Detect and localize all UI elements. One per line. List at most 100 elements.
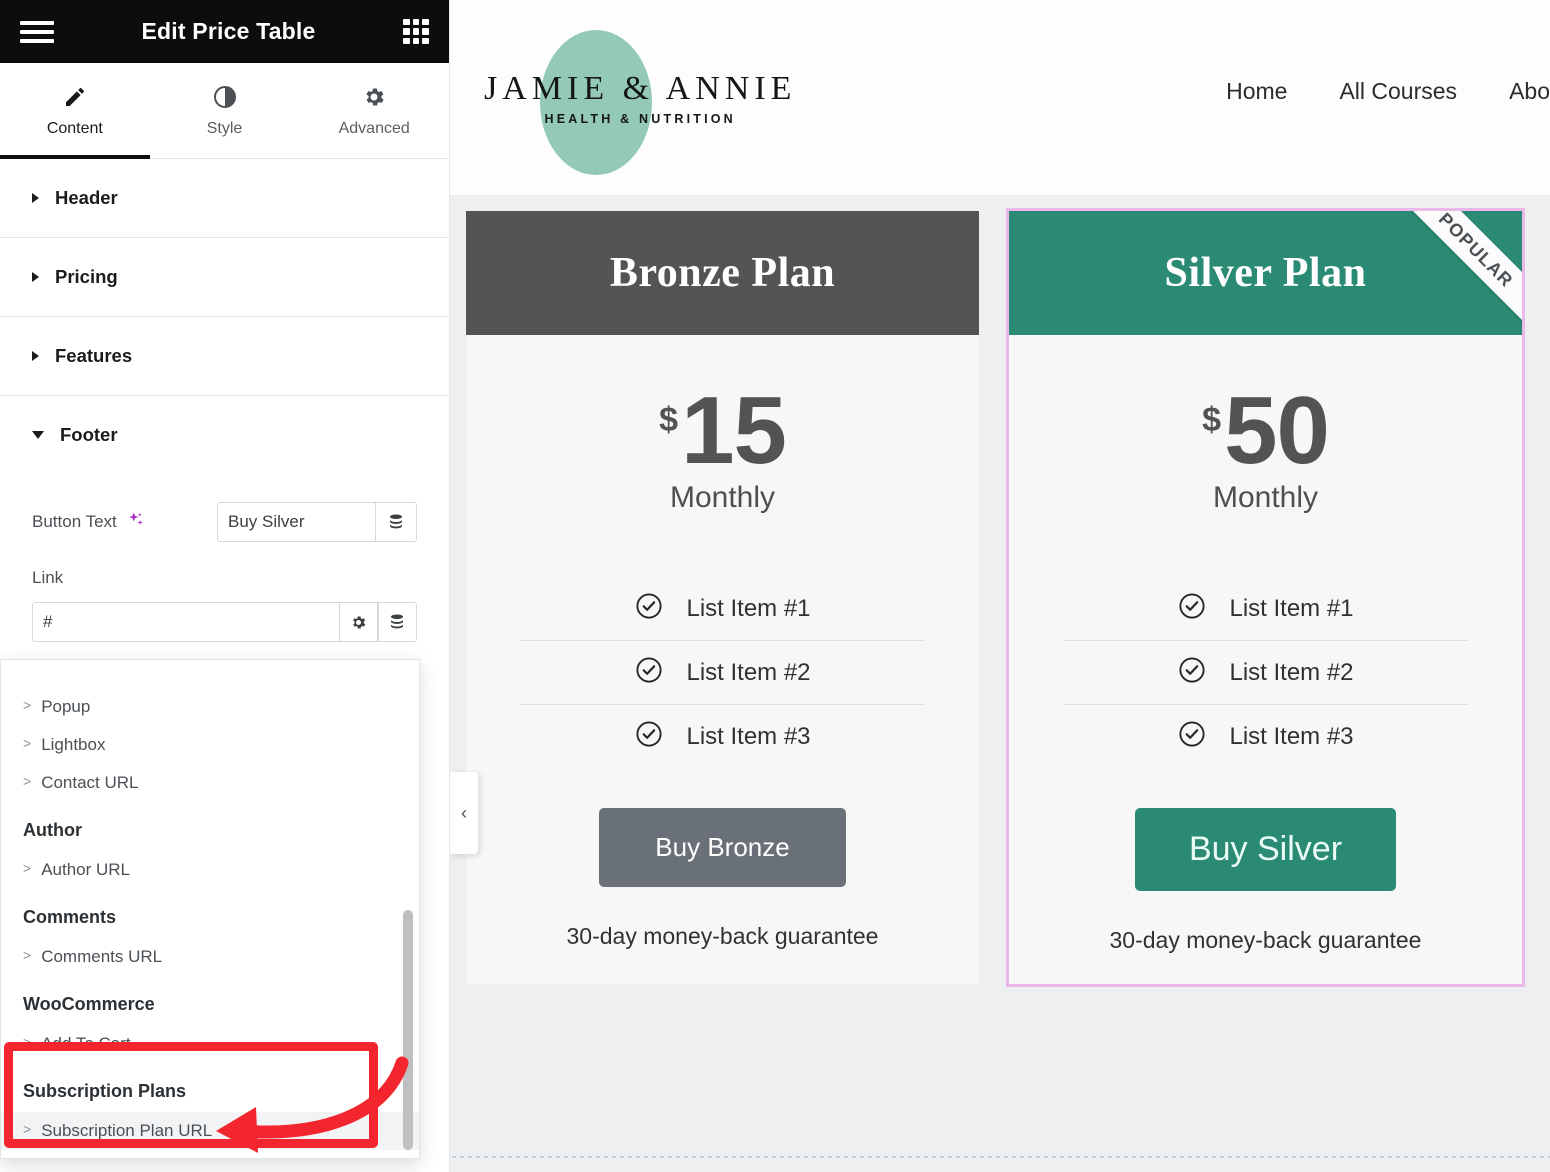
chevron-right-icon: > — [23, 697, 32, 713]
dropdown-item-label: Contact URL — [41, 773, 139, 792]
section-pricing[interactable]: Pricing — [0, 238, 449, 317]
contrast-half-circle-icon — [213, 84, 237, 110]
link-input[interactable] — [32, 602, 339, 642]
section-header-label: Header — [55, 187, 118, 208]
price-card-bronze-price: $ 15 Monthly — [466, 335, 979, 515]
pencil-icon — [63, 84, 87, 110]
tab-advanced[interactable]: Advanced — [299, 63, 449, 158]
price-card-silver-title: Silver Plan — [1164, 250, 1367, 296]
popular-ribbon: POPULAR — [1393, 211, 1522, 333]
dropdown-item-label: Popup — [41, 697, 91, 716]
check-circle-icon — [634, 655, 664, 690]
price-card-silver-features: List Item #1 List Item #2 List Item #3 — [1009, 577, 1522, 768]
panel-collapse-handle[interactable]: ‹ — [450, 772, 478, 854]
price-card-bronze-title: Bronze Plan — [609, 250, 836, 296]
nav-link-all-courses[interactable]: All Courses — [1339, 78, 1457, 105]
hamburger-icon[interactable] — [20, 19, 54, 45]
nav-link-home[interactable]: Home — [1226, 78, 1287, 105]
dropdown-item[interactable]: > Popup — [1, 688, 419, 726]
dropdown-scrollbar[interactable] — [403, 662, 413, 1158]
dropdown-scrollbar-thumb[interactable] — [403, 910, 413, 1150]
feature-item: List Item #2 — [520, 641, 925, 704]
section-header[interactable]: Header — [0, 159, 449, 238]
chevron-right-icon — [32, 351, 39, 361]
check-circle-icon — [1177, 655, 1207, 690]
chevron-right-icon — [32, 193, 39, 203]
price-card-bronze-header: Bronze Plan — [466, 211, 979, 335]
price-card-silver-header: Silver Plan POPULAR — [1009, 211, 1522, 335]
currency-symbol: $ — [1202, 401, 1222, 439]
dropdown-item-label: Author URL — [41, 860, 131, 879]
dropdown-item[interactable]: > Contact URL — [1, 764, 419, 802]
chevron-left-icon: ‹ — [461, 803, 467, 823]
tab-content[interactable]: Content — [0, 63, 150, 159]
dropdown-item[interactable]: > Lightbox — [1, 726, 419, 764]
link-input-group — [32, 602, 417, 642]
button-text-label-wrap: Button Text — [32, 511, 145, 533]
feature-item: List Item #3 — [1063, 705, 1468, 768]
ai-sparkle-icon[interactable] — [127, 511, 145, 533]
check-circle-icon — [1177, 591, 1207, 626]
button-text-control: Button Text — [32, 502, 417, 542]
site-logo[interactable]: JAMIE & ANNIE HEALTH & NUTRITION — [474, 18, 794, 178]
check-circle-icon — [1177, 719, 1207, 754]
chevron-right-icon: > — [23, 947, 32, 963]
logo-sub-text: HEALTH & NUTRITION — [544, 111, 736, 126]
link-control: Link — [32, 568, 417, 642]
dropdown-item[interactable]: > Author URL — [1, 851, 419, 889]
dropdown-item-label: Lightbox — [41, 735, 106, 754]
button-text-input-group — [217, 502, 417, 542]
dropdown-group-header: Author — [23, 820, 82, 840]
feature-item: List Item #1 — [1063, 577, 1468, 640]
link-options-gear-icon[interactable] — [338, 602, 378, 642]
dynamic-tags-dropdown[interactable]: > Popup > Lightbox > Contact URL Author > Author… — [0, 659, 420, 1159]
link-dynamic-tag-button[interactable] — [377, 602, 417, 642]
section-footer[interactable]: Footer — [0, 396, 449, 474]
feature-label: List Item #1 — [1229, 594, 1354, 622]
price-card-bronze-footer: Buy Bronze — [466, 768, 979, 897]
dynamic-tags-list: > Popup > Lightbox > Contact URL Author > Author… — [1, 660, 419, 1150]
panel-header: Edit Price Table — [0, 0, 449, 63]
price-period: Monthly — [1212, 481, 1319, 515]
chevron-right-icon: > — [23, 860, 32, 876]
section-footer-label: Footer — [60, 424, 118, 445]
price-card-silver[interactable]: Silver Plan POPULAR $ 50 Monthly List It… — [1006, 207, 1525, 988]
link-label: Link — [32, 568, 64, 587]
dropdown-item[interactable]: > Subscription Plan URL — [1, 1112, 419, 1150]
buy-bronze-button[interactable]: Buy Bronze — [599, 808, 846, 888]
logo-main-text: JAMIE & ANNIE — [484, 69, 797, 107]
logo-text: JAMIE & ANNIE HEALTH & NUTRITION — [474, 70, 796, 126]
dropdown-group-header: WooCommerce — [23, 994, 155, 1014]
feature-item: List Item #1 — [520, 577, 925, 640]
section-features-label: Features — [55, 345, 133, 366]
preview-canvas: JAMIE & ANNIE HEALTH & NUTRITION Home Al… — [450, 0, 1550, 1172]
currency-symbol: $ — [659, 401, 679, 439]
tab-style[interactable]: Style — [150, 63, 300, 158]
site-nav: Home All Courses Abo — [1226, 78, 1550, 105]
tab-advanced-label: Advanced — [338, 119, 410, 137]
buy-silver-button[interactable]: Buy Silver — [1134, 808, 1397, 892]
grid-apps-icon[interactable] — [403, 18, 429, 45]
price-period: Monthly — [669, 481, 776, 515]
tab-style-label: Style — [206, 119, 243, 137]
bronze-guarantee-text: 30-day money-back guarantee — [566, 923, 879, 950]
footer-controls: Button Text Link — [0, 474, 449, 642]
price-amount: 15 — [681, 377, 787, 484]
chevron-right-icon: > — [23, 773, 32, 789]
nav-link-about[interactable]: Abo — [1509, 78, 1550, 105]
price-amount: 50 — [1224, 377, 1330, 484]
button-text-dynamic-tag-button[interactable] — [375, 502, 417, 542]
dropdown-group-header: Subscription Plans — [23, 1081, 187, 1101]
dropdown-item[interactable]: > Comments URL — [1, 938, 419, 976]
elementor-editor-window: Edit Price Table Content Style Advanced … — [0, 0, 1550, 1172]
popular-ribbon-label: POPULAR — [1435, 211, 1518, 291]
feature-label: List Item #1 — [686, 594, 811, 622]
section-features[interactable]: Features — [0, 317, 449, 396]
dropdown-item[interactable]: > Add To Cart — [1, 1025, 419, 1063]
chevron-down-icon — [32, 431, 44, 439]
feature-item: List Item #3 — [520, 705, 925, 768]
button-text-input[interactable] — [217, 502, 375, 542]
dropdown-item-label: Subscription Plan URL — [41, 1121, 213, 1140]
price-card-bronze[interactable]: Bronze Plan $ 15 Monthly List Item #1 Li… — [466, 211, 979, 985]
tab-content-label: Content — [46, 119, 103, 137]
